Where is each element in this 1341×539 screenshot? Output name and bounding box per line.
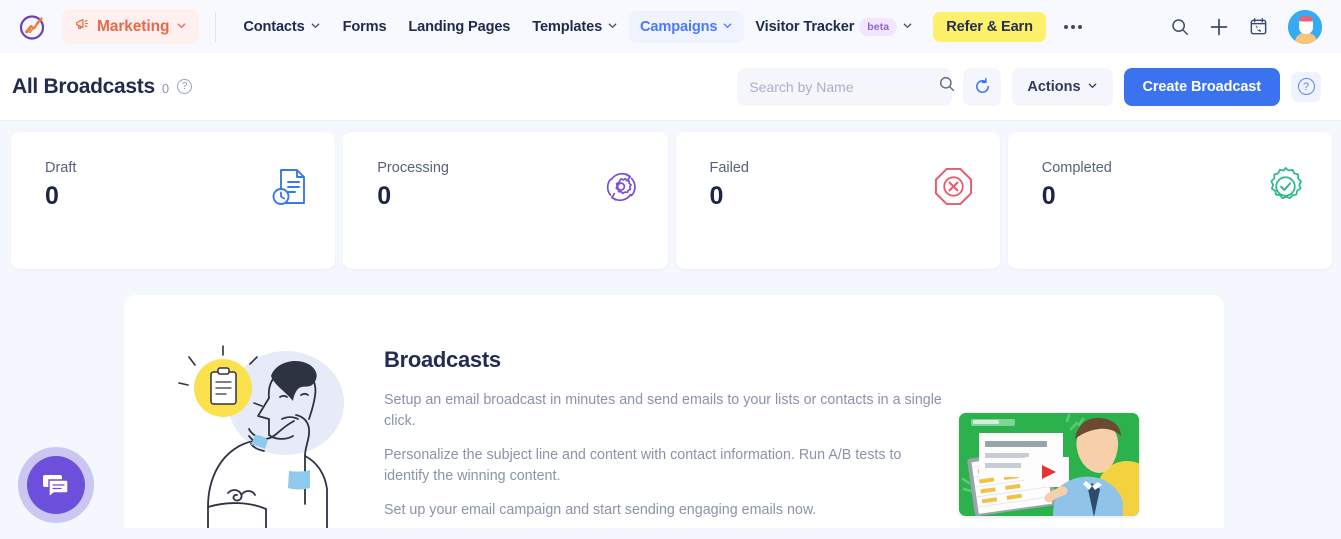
create-broadcast-button[interactable]: Create Broadcast	[1123, 67, 1280, 106]
stat-label: Processing	[377, 160, 449, 176]
workspace-switcher[interactable]: Marketing	[62, 9, 200, 44]
megaphone-icon	[74, 16, 90, 37]
search-broadcasts[interactable]	[737, 67, 955, 106]
chevron-down-icon	[722, 19, 733, 35]
broadcasts-intro-panel: Broadcasts Setup an email broadcast in m…	[124, 295, 1224, 528]
nav-item-templates[interactable]: Templates	[521, 11, 629, 43]
plus-icon[interactable]	[1208, 16, 1230, 38]
panel-paragraph-2: Personalize the subject line and content…	[384, 447, 902, 484]
dot	[1077, 24, 1082, 29]
search-input[interactable]	[749, 78, 931, 95]
nav-item-label: Templates	[532, 18, 603, 35]
beta-badge: beta	[859, 17, 898, 36]
actions-label: Actions	[1027, 78, 1081, 95]
panel-paragraph-1: Setup an email broadcast in minutes and …	[384, 392, 942, 429]
dot	[1070, 24, 1075, 29]
nav-item-visitor-tracker[interactable]: Visitor Tracker beta	[744, 10, 924, 44]
search-icon[interactable]	[938, 75, 956, 98]
dot	[1063, 24, 1068, 29]
chevron-down-icon	[607, 19, 618, 35]
help-icon: ?	[1297, 78, 1315, 95]
help-button[interactable]: ?	[1291, 71, 1321, 102]
more-options-button[interactable]	[1052, 15, 1094, 39]
actions-dropdown[interactable]: Actions	[1012, 67, 1113, 106]
page-title-text: All Broadcasts	[12, 74, 155, 98]
chevron-down-icon	[902, 19, 913, 35]
nav-right-actions	[1170, 8, 1327, 45]
octagon-x-icon	[933, 166, 974, 212]
page-title: All Broadcasts 0 ?	[12, 74, 193, 99]
nav-item-forms[interactable]: Forms	[332, 11, 398, 43]
top-navigation-bar: Marketing Contacts Forms Landing Pages T…	[0, 0, 1341, 53]
workspace-label: Marketing	[97, 17, 170, 35]
nav-item-contacts[interactable]: Contacts	[232, 11, 331, 43]
nav-item-label: Forms	[342, 18, 387, 35]
stat-card-draft[interactable]: Draft 0	[11, 132, 336, 269]
question-mark-icon[interactable]: ?	[177, 79, 193, 94]
refer-label: Refer & Earn	[946, 18, 1033, 35]
chat-bubble-icon	[27, 456, 85, 514]
subheader-actions: Actions Create Broadcast ?	[737, 67, 1321, 106]
user-avatar[interactable]	[1287, 8, 1323, 45]
panel-content: Broadcasts Setup an email broadcast in m…	[384, 321, 959, 528]
stat-value: 0	[45, 182, 59, 210]
nav-item-label: Contacts	[243, 18, 305, 35]
stat-label: Completed	[1041, 160, 1112, 176]
stat-value: 0	[377, 182, 391, 210]
stat-card-processing[interactable]: Processing 0	[343, 132, 668, 269]
nav-divider	[215, 11, 217, 42]
primary-nav-items: Contacts Forms Landing Pages Templates C…	[232, 10, 1094, 44]
stat-value: 0	[709, 182, 724, 210]
gear-refresh-icon	[600, 166, 642, 213]
thinking-person-illustration	[124, 321, 384, 528]
tutorial-video-thumbnail[interactable]	[959, 413, 1139, 516]
stat-value: 0	[1041, 182, 1056, 210]
chat-widget-button[interactable]	[18, 447, 94, 523]
nav-item-landing-pages[interactable]: Landing Pages	[397, 11, 521, 43]
stat-label: Draft	[45, 160, 77, 176]
panel-heading: Broadcasts	[384, 347, 501, 372]
refer-and-earn-button[interactable]: Refer & Earn	[933, 11, 1046, 42]
search-icon[interactable]	[1170, 17, 1190, 37]
nav-item-label: Campaigns	[640, 18, 718, 35]
status-cards: Draft 0 Processing 0 Failed 0 Completed …	[0, 121, 1341, 269]
document-clock-icon	[269, 166, 309, 213]
badge-check-icon	[1265, 166, 1306, 212]
page-subheader: All Broadcasts 0 ? Actions	[0, 53, 1341, 121]
refresh-button[interactable]	[963, 67, 1002, 106]
stat-card-failed[interactable]: Failed 0	[675, 132, 1000, 269]
chevron-down-icon	[310, 19, 321, 35]
panel-paragraph-3: Set up your email campaign and start sen…	[384, 502, 817, 518]
app-logo[interactable]	[12, 7, 52, 47]
stat-card-completed[interactable]: Completed 0	[1007, 132, 1332, 269]
create-broadcast-label: Create Broadcast	[1142, 78, 1262, 95]
stat-label: Failed	[709, 160, 750, 176]
calendar-phone-icon[interactable]	[1248, 16, 1269, 37]
nav-item-label: Visitor Tracker	[755, 18, 855, 35]
broadcast-count: 0	[161, 80, 170, 96]
nav-item-campaigns[interactable]: Campaigns	[629, 10, 745, 43]
chevron-down-icon	[176, 18, 187, 36]
nav-item-label: Landing Pages	[408, 18, 511, 35]
chevron-down-icon	[1087, 79, 1098, 95]
